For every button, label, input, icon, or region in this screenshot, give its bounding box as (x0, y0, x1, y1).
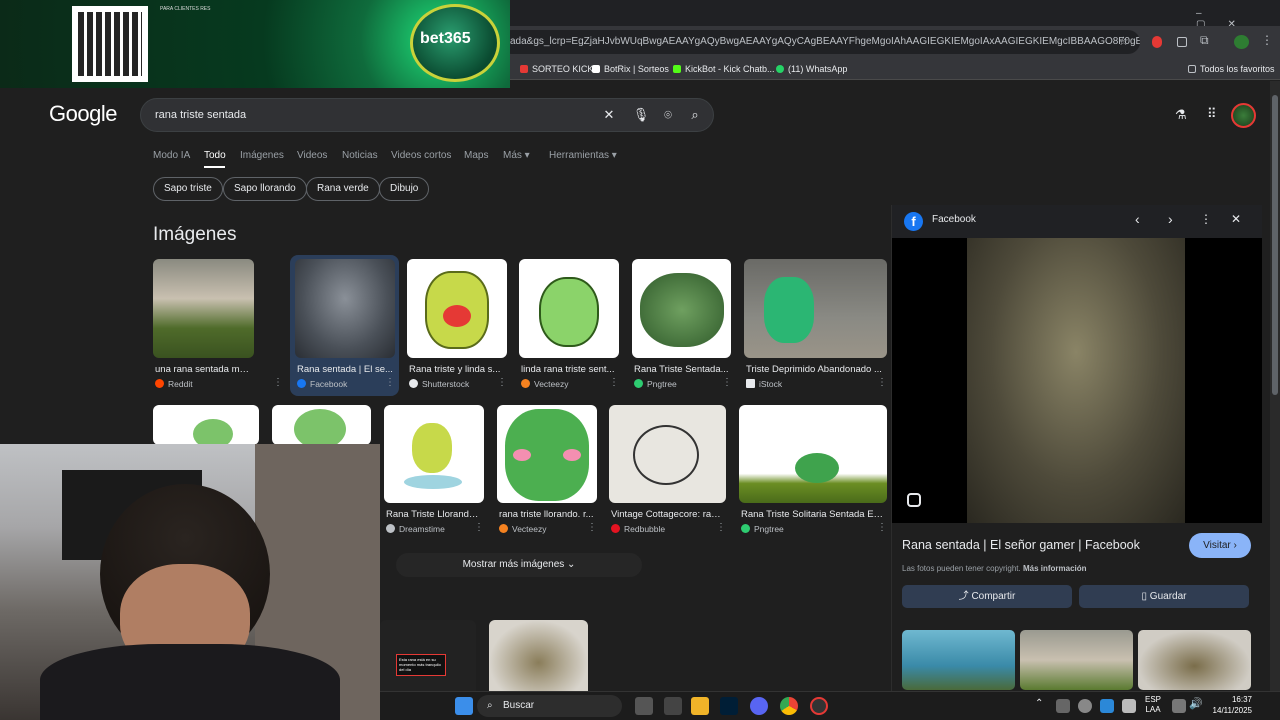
page-scrollbar[interactable] (1270, 81, 1280, 691)
video-result-thumbnail[interactable] (489, 620, 588, 691)
start-icon[interactable] (455, 697, 473, 715)
task-view-icon[interactable] (635, 697, 653, 715)
related-image[interactable] (1020, 630, 1133, 690)
show-more-images-button[interactable]: Mostrar más imágenes ⌄ (396, 553, 642, 577)
cloud-icon[interactable] (1078, 699, 1092, 713)
copyright-notice: Las fotos pueden tener copyright. Más in… (902, 564, 1087, 573)
extension-icon[interactable] (1177, 37, 1187, 47)
tab-maps[interactable]: Maps (464, 150, 488, 161)
account-avatar[interactable] (1231, 103, 1256, 128)
tray-icon[interactable] (1056, 699, 1070, 713)
lens-search-icon[interactable] (907, 493, 921, 507)
app-icon[interactable] (664, 697, 682, 715)
webcam-overlay (0, 444, 380, 720)
tab-herramientas[interactable]: Herramientas ▾ (549, 150, 617, 161)
obs-icon[interactable] (810, 697, 828, 715)
profile-avatar[interactable] (1234, 35, 1249, 49)
apps-icon[interactable]: ⠿ (1207, 106, 1217, 122)
tab-videos-cortos[interactable]: Videos cortos (391, 150, 451, 161)
active-tab-indicator (204, 166, 225, 168)
tray-icon[interactable] (1100, 699, 1114, 713)
panel-source: Facebook (932, 214, 976, 225)
visit-button[interactable]: Visitar › (1189, 533, 1251, 558)
share-icon: ⤴ (958, 591, 969, 602)
panel-title[interactable]: Rana sentada | El señor gamer | Facebook (902, 538, 1140, 552)
search-icon[interactable]: ⌕ (685, 105, 705, 125)
related-image[interactable] (902, 630, 1015, 690)
panel-header: f Facebook ‹ › ⋮ ✕ (892, 205, 1262, 238)
search-box[interactable]: rana triste sentada ✕ 🎙 ⌾ ⌕ (140, 98, 714, 132)
star-icon[interactable]: ☆ (1118, 34, 1129, 48)
bookmark-whatsapp[interactable]: (11) WhatsApp (776, 58, 847, 80)
next-icon[interactable]: › (1168, 211, 1173, 227)
previous-icon[interactable]: ‹ (1135, 211, 1140, 227)
person-shirt (40, 644, 340, 720)
language-indicator[interactable]: ESP LAA (1145, 695, 1161, 715)
chrome-icon[interactable] (780, 697, 798, 715)
save-button[interactable]: ▯ Guardar (1079, 585, 1249, 608)
photoshop-icon[interactable] (720, 697, 738, 715)
puzzle-icon[interactable]: ⧉ (1200, 33, 1209, 48)
related-image[interactable] (1138, 630, 1251, 690)
tab-modo-ia[interactable]: Modo IA (153, 150, 190, 161)
clock[interactable]: 16:37 14/11/2025 (1202, 694, 1252, 716)
chip-sapo-triste[interactable]: Sapo triste (153, 177, 223, 201)
ad-brand: bet365 (420, 30, 471, 47)
more-info-link[interactable]: Más información (1023, 564, 1087, 573)
file-explorer-icon[interactable] (691, 697, 709, 715)
google-logo[interactable]: Google (49, 101, 117, 127)
taskbar-search[interactable]: Buscar (477, 695, 622, 717)
tab-mas[interactable]: Más ▾ (503, 150, 530, 161)
bookmark-sorteo-kick[interactable]: SORTEO KICK (520, 58, 593, 80)
chevron-up-icon[interactable]: ⌃ (1035, 698, 1043, 709)
tab-videos[interactable]: Videos (297, 150, 327, 161)
extension-icon[interactable] (1152, 36, 1162, 48)
qr-code (72, 6, 148, 82)
bet365-ad-overlay: PARA CLIENTES RES bet365 (0, 0, 510, 88)
windows-taskbar: Buscar ⌕ ⌃ ESP LAA 🔊 16:37 14/11/2025 (380, 691, 1280, 720)
bookmark-icon: ▯ (1141, 591, 1148, 602)
menu-icon[interactable]: ⋮ (1261, 33, 1273, 47)
bookmark-botrix[interactable]: BotRix | Sorteos (592, 58, 669, 80)
video-result-thumbnail[interactable]: Esta rana está en su momento más tranqui… (380, 620, 476, 691)
bookmark-kickbot[interactable]: KickBot - Kick Chatb... (673, 58, 775, 80)
close-icon[interactable]: ✕ (1231, 212, 1241, 226)
tab-imagenes[interactable]: Imágenes (240, 150, 284, 161)
address-bar[interactable]: ada&gs_lcrp=EgZjaHJvbWUqBwgAEAAYgAQyBwgA… (500, 30, 1140, 54)
lens-icon[interactable]: ⌾ (658, 105, 678, 125)
volume-icon[interactable]: 🔊 (1189, 697, 1203, 710)
chip-dibujo[interactable]: Dibujo (379, 177, 430, 201)
tab-todo[interactable]: Todo (204, 150, 226, 161)
facebook-icon: f (904, 212, 923, 231)
images-section-title: Imágenes (153, 224, 237, 245)
chip-sapo-llorando[interactable]: Sapo llorando (223, 177, 307, 201)
search-input[interactable]: rana triste sentada (155, 99, 246, 131)
preview-image[interactable] (892, 238, 1262, 523)
ad-small-text: PARA CLIENTES RES (160, 6, 211, 12)
image-preview-panel: f Facebook ‹ › ⋮ ✕ Rana sentada | El señ… (891, 205, 1262, 691)
tab-noticias[interactable]: Noticias (342, 150, 378, 161)
share-button[interactable]: ⤴ Compartir (902, 585, 1072, 608)
clear-icon[interactable]: ✕ (599, 105, 619, 125)
search-icon: ⌕ (487, 700, 493, 711)
more-options-icon[interactable]: ⋮ (1200, 212, 1212, 226)
microphone-icon[interactable]: 🎙 (631, 105, 651, 125)
discord-icon[interactable] (750, 697, 768, 715)
labs-icon[interactable]: ⚗ (1175, 107, 1187, 123)
bookmark-all-favorites[interactable]: Todos los favoritos (1188, 58, 1275, 80)
microphone-icon[interactable] (1122, 699, 1136, 713)
chip-rana-verde[interactable]: Rana verde (306, 177, 380, 201)
video-overlay-text: Esta rana está en su momento más tranqui… (396, 654, 446, 676)
wifi-icon[interactable] (1172, 699, 1186, 713)
